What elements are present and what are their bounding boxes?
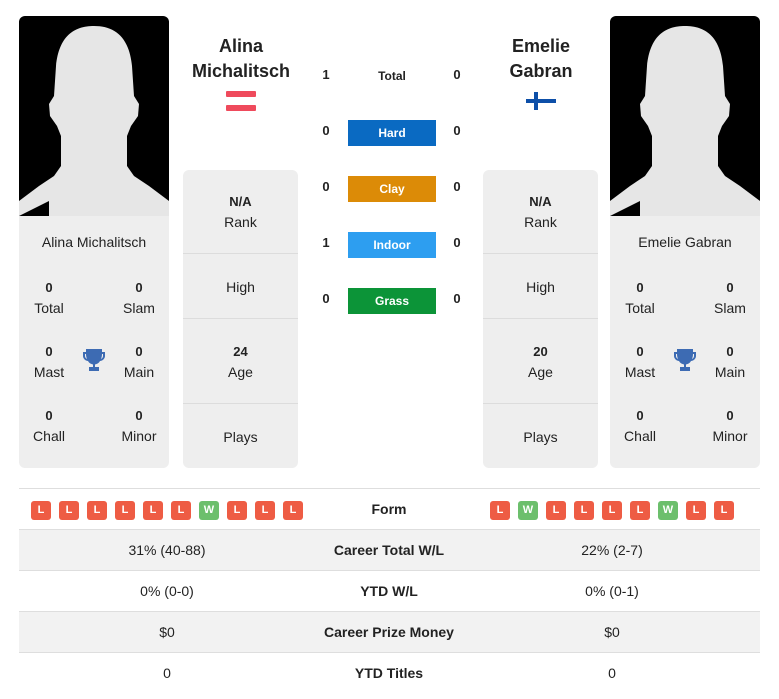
player-1-career-prize-money: $0 bbox=[159, 624, 175, 640]
h2h-clay-right: 0 bbox=[453, 179, 461, 194]
player-1-slam: 0 Slam bbox=[123, 280, 155, 316]
player-1-age: 24 Age bbox=[228, 344, 253, 380]
player-2-age: 20 Age bbox=[528, 344, 553, 380]
form-badge-loss: L bbox=[59, 501, 79, 520]
h2h-clay-left: 0 bbox=[322, 179, 330, 194]
player-2-plays: Plays bbox=[523, 429, 558, 445]
ytd-titles-label: YTD Titles bbox=[354, 665, 424, 681]
player-2-ytd-titles: 0 bbox=[608, 665, 616, 681]
divider bbox=[483, 318, 598, 319]
player-2-card: Emelie Gabran 0 Total 0 Slam 0 Mast 0 Main 0… bbox=[610, 216, 760, 468]
player-1-total: 0 Total bbox=[34, 280, 64, 316]
form-row: LLLLLLWLLL Form LWLLLLWLL bbox=[19, 488, 760, 529]
form-badge-loss: L bbox=[227, 501, 247, 520]
career-total-wl-label: Career Total W/L bbox=[333, 542, 445, 558]
h2h-grass-right: 0 bbox=[453, 291, 461, 306]
ytd-wl-label: YTD W/L bbox=[360, 583, 418, 599]
h2h-hard-left: 0 bbox=[322, 123, 330, 138]
austria-flag-icon bbox=[226, 90, 256, 112]
player-2-mast: 0 Mast bbox=[624, 344, 656, 380]
career-total-wl-row: 31% (40-88) Career Total W/L 22% (2-7) bbox=[19, 529, 760, 570]
silhouette-icon bbox=[610, 26, 760, 216]
player-1-minor: 0 Minor bbox=[121, 408, 157, 444]
player-2-rank: N/A Rank bbox=[524, 194, 557, 230]
player-2-career-prize-money: $0 bbox=[604, 624, 620, 640]
form-badge-loss: L bbox=[255, 501, 275, 520]
player-2-minor: 0 Minor bbox=[712, 408, 748, 444]
player-2-high: High bbox=[526, 279, 555, 295]
player-1-title[interactable]: Alina Michalitsch bbox=[171, 34, 311, 84]
career-prize-money-label: Career Prize Money bbox=[324, 624, 454, 640]
player-1-chall: 0 Chall bbox=[33, 408, 65, 444]
divider bbox=[183, 253, 298, 254]
form-badge-loss: L bbox=[602, 501, 622, 520]
player-2-photo bbox=[610, 16, 760, 216]
h2h-grass-left: 0 bbox=[322, 291, 330, 306]
form-badge-loss: L bbox=[171, 501, 191, 520]
form-badge-loss: L bbox=[546, 501, 566, 520]
h2h-total-label: Total bbox=[378, 69, 406, 83]
form-badge-loss: L bbox=[574, 501, 594, 520]
h2h-indoor-right: 0 bbox=[453, 235, 461, 250]
player-2-info-panel: N/A Rank High 20 Age Plays bbox=[483, 170, 598, 468]
trophy-icon bbox=[673, 347, 697, 373]
player-2-main: 0 Main bbox=[714, 344, 746, 380]
player-1-plays: Plays bbox=[223, 429, 258, 445]
ytd-titles-row: 0 YTD Titles 0 bbox=[19, 652, 760, 693]
form-badge-loss: L bbox=[31, 501, 51, 520]
player-1-card: Alina Michalitsch 0 Total 0 Slam 0 Mast 0 Ma… bbox=[19, 216, 169, 468]
player-2-career-total-wl: 22% (2-7) bbox=[581, 542, 643, 558]
career-prize-money-row: $0 Career Prize Money $0 bbox=[19, 611, 760, 652]
form-badge-loss: L bbox=[686, 501, 706, 520]
player-1-info-panel: N/A Rank High 24 Age Plays bbox=[183, 170, 298, 468]
player-2-ytd-wl: 0% (0-1) bbox=[585, 583, 639, 599]
player-1-ytd-titles: 0 bbox=[163, 665, 171, 681]
form-badge-loss: L bbox=[87, 501, 107, 520]
player-2-name: Emelie Gabran bbox=[638, 234, 732, 250]
finland-flag-icon bbox=[526, 90, 556, 112]
player-1-main: 0 Main bbox=[123, 344, 155, 380]
ytd-wl-row: 0% (0-0) YTD W/L 0% (0-1) bbox=[19, 570, 760, 611]
h2h-total-left: 1 bbox=[322, 67, 330, 82]
form-badge-loss: L bbox=[714, 501, 734, 520]
player-1-career-total-wl: 31% (40-88) bbox=[128, 542, 206, 558]
form-badge-loss: L bbox=[490, 501, 510, 520]
player-1-name: Alina Michalitsch bbox=[41, 234, 147, 250]
divider bbox=[183, 318, 298, 319]
h2h-total-right: 0 bbox=[453, 67, 461, 82]
form-label: Form bbox=[371, 501, 407, 517]
form-badge-loss: L bbox=[630, 501, 650, 520]
trophy-icon bbox=[82, 347, 106, 373]
player-2-slam: 0 Slam bbox=[714, 280, 746, 316]
player-2-title[interactable]: Emelie Gabran bbox=[471, 34, 611, 84]
player-2-chall: 0 Chall bbox=[624, 408, 656, 444]
form-badge-loss: L bbox=[143, 501, 163, 520]
h2h-indoor-left: 1 bbox=[322, 235, 330, 250]
player-1-mast: 0 Mast bbox=[33, 344, 65, 380]
divider bbox=[483, 403, 598, 404]
form-badge-win: W bbox=[199, 501, 219, 520]
silhouette-icon bbox=[19, 26, 169, 216]
player-1-rank: N/A Rank bbox=[224, 194, 257, 230]
surface-clay-button[interactable]: Clay bbox=[348, 176, 436, 202]
surface-hard-button[interactable]: Hard bbox=[348, 120, 436, 146]
divider bbox=[483, 253, 598, 254]
player-1-ytd-wl: 0% (0-0) bbox=[140, 583, 194, 599]
form-badge-win: W bbox=[518, 501, 538, 520]
player-1-high: High bbox=[226, 279, 255, 295]
player-1-photo bbox=[19, 16, 169, 216]
player-2-total: 0 Total bbox=[625, 280, 655, 316]
form-badge-win: W bbox=[658, 501, 678, 520]
surface-grass-button[interactable]: Grass bbox=[348, 288, 436, 314]
divider bbox=[183, 403, 298, 404]
surface-indoor-button[interactable]: Indoor bbox=[348, 232, 436, 258]
h2h-hard-right: 0 bbox=[453, 123, 461, 138]
form-badge-loss: L bbox=[115, 501, 135, 520]
